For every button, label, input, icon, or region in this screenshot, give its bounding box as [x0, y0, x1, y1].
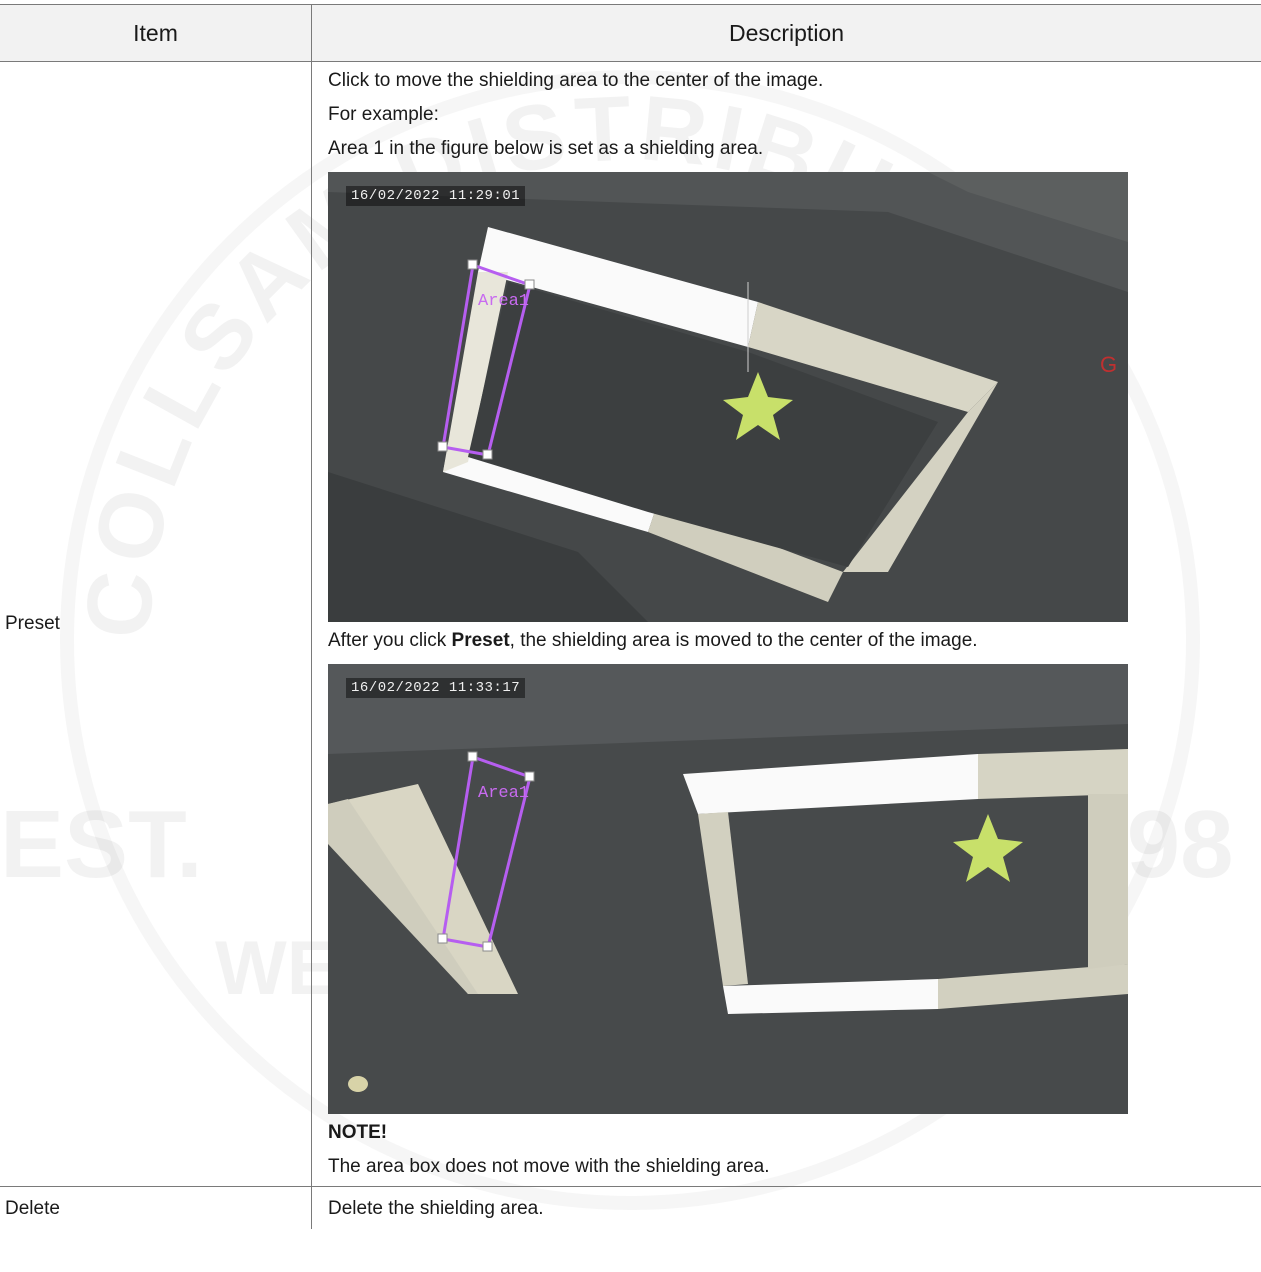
document-page: COLLSAM DISTRIBUTION EST. 1998 WE SECURE…: [0, 0, 1261, 1272]
svg-text:G: G: [1100, 352, 1117, 377]
description-cell-delete: Delete the shielding area.: [311, 1186, 1261, 1229]
parameter-table: Item Description Preset Click to move th…: [0, 4, 1261, 1229]
desc-line-1: Click to move the shielding area to the …: [328, 70, 824, 91]
item-cell-delete: Delete: [0, 1186, 312, 1229]
table-header-row: Item Description: [0, 4, 1261, 62]
item-cell-preset: Preset: [0, 61, 312, 1187]
table-row-delete: Delete Delete the shielding area.: [0, 1186, 1261, 1229]
desc-after-bold: Preset: [451, 630, 510, 651]
header-item: Item: [0, 4, 312, 62]
item-label-preset: Preset: [5, 613, 60, 634]
camera-timestamp-after: 16/02/2022 11:33:17: [346, 678, 526, 698]
description-cell-preset: Click to move the shielding area to the …: [312, 62, 1261, 1187]
note-title: NOTE!: [328, 1122, 388, 1143]
desc-line-3: Area 1 in the figure below is set as a s…: [328, 138, 764, 159]
camera-image-after: 16/02/2022 11:33:17 Area1: [328, 664, 1128, 1114]
table-row-preset: Preset Click to move the shielding area …: [0, 61, 1261, 1187]
area-label-before: Area1: [478, 292, 530, 311]
desc-delete: Delete the shielding area.: [328, 1198, 544, 1219]
desc-line-2: For example:: [328, 104, 439, 125]
desc-after-click: After you click Preset, the shielding ar…: [328, 630, 1261, 652]
camera-image-before: G 16/02/2022 11:29:01 Area1: [328, 172, 1128, 622]
area-label-after: Area1: [478, 784, 530, 803]
camera-timestamp-before: 16/02/2022 11:29:01: [346, 186, 526, 206]
desc-after-suffix: , the shielding area is moved to the cen…: [509, 630, 978, 651]
header-description: Description: [311, 4, 1261, 62]
note-text: The area box does not move with the shie…: [328, 1156, 770, 1177]
item-label-delete: Delete: [5, 1198, 60, 1219]
desc-after-prefix: After you click: [328, 630, 452, 651]
